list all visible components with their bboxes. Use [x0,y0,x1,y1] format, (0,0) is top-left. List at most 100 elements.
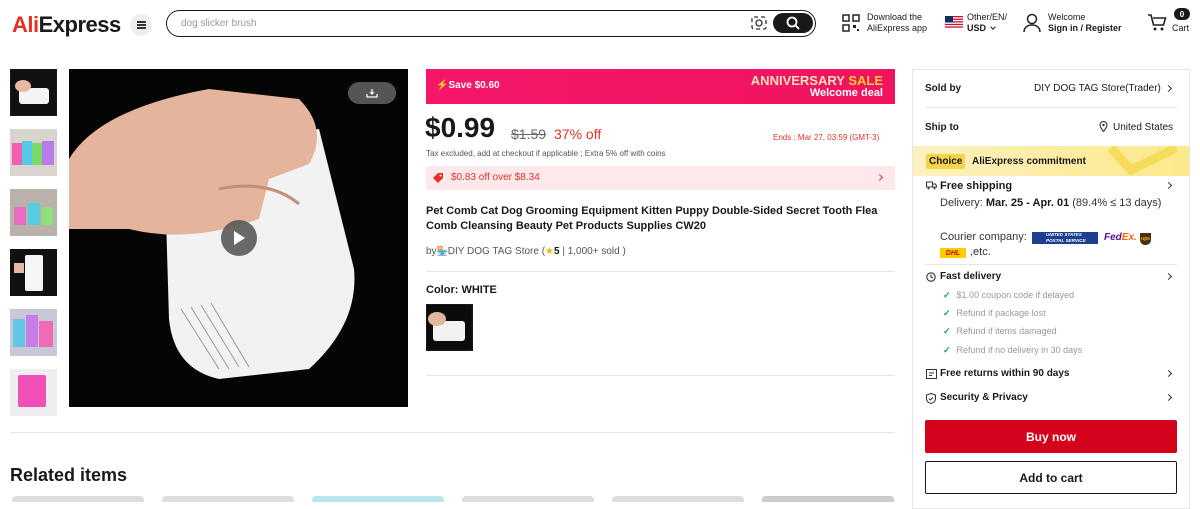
save-text: Save $0.60 [448,80,500,91]
check-watermark-icon [1107,146,1178,176]
aliexpress-logo[interactable]: AliExpress [12,12,121,38]
store-icon: 🏪 [436,246,448,256]
related-card[interactable] [612,496,744,502]
related-items-heading: Related items [10,465,128,485]
thumbnail-5[interactable] [10,309,57,356]
chevron-down-icon [989,24,996,30]
anniversary-sale-banner: ⚡Save $0.60 ANNIVERSARY SALE Welcome dea… [426,69,895,104]
current-price: $0.99 [425,112,496,143]
clock-icon [926,272,936,282]
thumbnail-4[interactable] [10,249,57,296]
divider [426,375,895,376]
sign-in-register: Sign in / Register [1048,23,1122,33]
zoom-icon [366,89,378,98]
store-link[interactable]: by🏪DIY DOG TAG Store (★5 | 1,000+ sold ) [426,246,626,257]
sale-word: SALE [848,73,883,88]
original-price: $1.59 [511,126,547,142]
logo-suffix: Express [38,12,122,37]
cart-label[interactable]: Cart [1172,23,1189,34]
delivery-ontime: (89.4% ≤ 13 days) [1069,197,1162,209]
sign-in-link[interactable]: Welcome Sign in / Register [1048,12,1122,34]
welcome-deal: Welcome deal [809,87,883,99]
color-label: Color: WHITE [426,284,497,296]
security-privacy-title[interactable]: Security & Privacy [940,392,1028,403]
related-card[interactable] [312,496,444,502]
coupon-text: $0.83 off over $8.34 [451,172,540,183]
related-card[interactable] [462,496,594,502]
choice-badge: Choice [926,154,966,169]
related-card[interactable] [162,496,294,502]
sold-count: | 1,000+ sold ) [559,246,626,257]
currency-label: USD [967,23,987,33]
download-line2: AliExpress app [867,23,928,33]
divider [10,432,895,433]
thumbnail-1[interactable] [10,69,57,116]
fedex-ex: Ex. [1121,232,1137,243]
choice-commitment-bar: Choice AliExpress commitment [913,146,1189,176]
shield-icon [926,393,936,404]
buy-now-button[interactable]: Buy now [925,420,1177,453]
seller-link[interactable]: DIY DOG TAG Store(Trader) [1034,83,1161,94]
add-to-cart-button[interactable]: Add to cart [925,461,1177,494]
divider [925,107,1177,108]
cart-icon[interactable] [1147,13,1167,32]
related-card[interactable] [762,496,894,502]
locale-line1: Other/EN/ [967,12,1008,22]
qr-code-icon[interactable] [842,14,860,32]
play-video-button[interactable] [221,220,257,256]
search-icon [786,16,800,30]
coupon-bar[interactable]: $0.83 off over $8.34 [426,166,895,190]
check-icon: ✓ [943,345,951,355]
locale-selector[interactable]: Other/EN/USD [967,12,1007,34]
thumbnail-2[interactable] [10,129,57,176]
store-prefix: by [426,246,437,257]
guarantee-item: ✓ Refund if package lost [943,308,1046,319]
color-swatch-white[interactable] [426,304,473,351]
commitment-title: AliExpress commitment [972,156,1086,167]
discount-percent: 37% off [554,126,602,142]
guarantee-text: Refund if no delivery in 30 days [956,345,1083,355]
tag-icon [433,173,443,183]
search-input[interactable] [181,15,741,32]
store-name: DIY DOG TAG Store ( [447,246,546,257]
related-card[interactable] [12,496,144,502]
guarantee-text: Refund if package lost [956,308,1046,318]
search-button[interactable] [773,13,813,33]
sold-by-label: Sold by [925,83,962,94]
user-icon[interactable] [1023,13,1041,33]
thumbnail-6[interactable] [10,369,57,416]
menu-icon[interactable] [130,14,152,36]
camera-search-icon[interactable] [751,16,767,30]
guarantee-text: Refund if items damaged [956,326,1057,336]
delivery-dates: Mar. 25 - Apr. 01 [985,197,1070,209]
ship-to-country[interactable]: United States [1113,122,1173,133]
chevron-right-icon [875,173,884,182]
logo-prefix: Ali [12,12,39,37]
delivery-prefix: Delivery: [940,197,986,209]
cart-count-badge: 0 [1174,8,1190,20]
us-flag-icon [945,16,963,28]
thumbnail-3[interactable] [10,189,57,236]
free-shipping-title[interactable]: Free shipping [940,180,1012,192]
delivery-estimate: Delivery: Mar. 25 - Apr. 01 (89.4% ≤ 13 … [940,197,1161,209]
anniversary-title: ANNIVERSARY SALE [751,73,883,88]
fedex-logo: FedEx. [1104,232,1137,243]
save-amount: ⚡Save $0.60 [436,80,500,91]
check-icon: ✓ [943,290,951,300]
ups-logo: ups [1140,233,1151,245]
fast-delivery-title[interactable]: Fast delivery [940,271,1001,282]
zoom-button[interactable] [348,82,396,104]
check-icon: ✓ [943,326,951,336]
divider [426,271,895,272]
ship-to-label: Ship to [925,122,959,133]
free-returns-title[interactable]: Free returns within 90 days [940,368,1070,379]
product-title: Pet Comb Cat Dog Grooming Equipment Kitt… [426,205,878,232]
anniversary-word: ANNIVERSARY [750,73,849,88]
guarantee-item: ✓ $1.00 coupon code if delayed [943,290,1074,301]
divider [925,264,1177,265]
dhl-logo: DHL [940,248,966,258]
return-box-icon [926,369,937,379]
star-icon: ★ [545,246,554,257]
download-app-link[interactable]: Download the AliExpress app [867,12,927,34]
search-bar [166,10,816,37]
